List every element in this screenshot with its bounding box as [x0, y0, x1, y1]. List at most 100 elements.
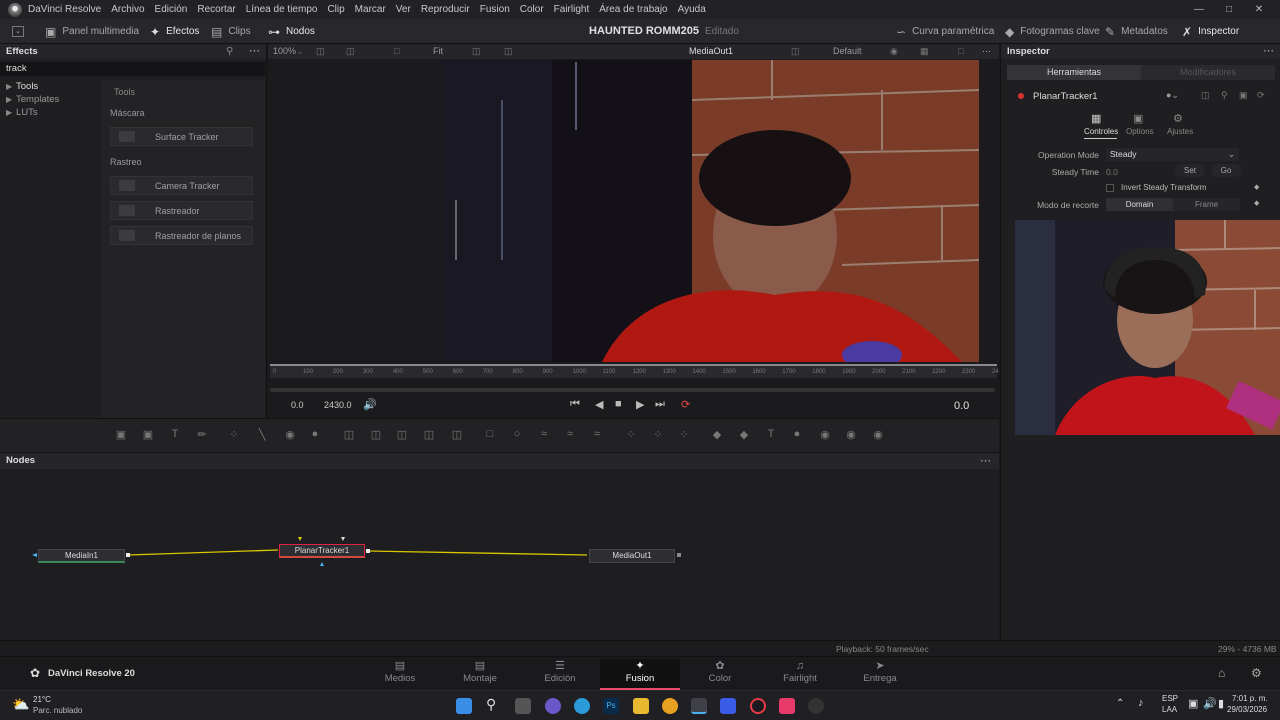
taskbar-search-icon[interactable]: ⚲ — [486, 696, 496, 713]
particles-tool-icon[interactable]: ⁘ — [227, 428, 241, 442]
frame-icon[interactable]: □ — [394, 46, 399, 56]
node-color-dot-icon[interactable] — [1018, 93, 1024, 99]
opera-icon[interactable] — [750, 698, 766, 714]
go-button[interactable]: Go — [1211, 164, 1241, 177]
renderer3d-icon[interactable]: ◉ — [818, 428, 832, 442]
menu-ver[interactable]: Ver — [396, 4, 411, 15]
discord-icon[interactable] — [545, 698, 561, 714]
pin-icon[interactable]: ⚲ — [1221, 90, 1228, 101]
subtab-options[interactable]: Options — [1126, 127, 1154, 136]
set-button[interactable]: Set — [1175, 164, 1205, 177]
channel-icon[interactable]: ◫ — [472, 46, 481, 57]
blur-tool-icon[interactable]: ● — [308, 428, 322, 442]
step-back-icon[interactable]: ◀ — [595, 398, 603, 411]
matte-tool-icon[interactable]: ◫ — [422, 428, 436, 442]
tool-planar-tracker[interactable]: Rastreador de planos — [110, 226, 253, 245]
workspace-dropdown[interactable]: ⌄ — [12, 19, 30, 44]
roi-icon[interactable]: ◫ — [346, 46, 355, 57]
volume-icon[interactable]: 🔊 — [363, 398, 377, 411]
menu-reproducir[interactable]: Reproducir — [421, 4, 470, 15]
tab-modificadores[interactable]: Modificadores — [1141, 65, 1275, 80]
inspector-more-icon[interactable]: ⋯ — [1263, 44, 1274, 57]
clips-button[interactable]: ▤ Clips — [211, 19, 251, 44]
invert-steady-checkbox[interactable] — [1106, 184, 1114, 192]
camera3d-icon[interactable]: ◆ — [737, 428, 751, 442]
menu-area-trabajo[interactable]: Área de trabajo — [599, 4, 667, 15]
text3d-icon[interactable]: T — [764, 428, 778, 442]
paint-mask-icon[interactable]: ≈ — [590, 428, 604, 442]
menu-linea-tiempo[interactable]: Línea de tiempo — [246, 4, 318, 15]
photoshop-icon[interactable]: Ps — [603, 698, 619, 714]
keyframe-diamond-icon[interactable]: ◆ — [1254, 199, 1259, 207]
settings-gear-icon[interactable]: ⚙ — [1251, 666, 1262, 680]
bspline-mask-icon[interactable]: ≈ — [563, 428, 577, 442]
color-picker-icon[interactable]: ◉ — [890, 46, 898, 57]
resize-tool-icon[interactable]: ◫ — [395, 428, 409, 442]
page-montaje[interactable]: ▤ Montaje — [440, 659, 520, 690]
steady-time-value[interactable]: 0.0 — [1106, 167, 1118, 177]
background-tool-icon[interactable]: ▣ — [114, 428, 128, 442]
tool-surface-tracker[interactable]: Surface Tracker — [110, 127, 253, 146]
gradient-tool-icon[interactable]: ╲ — [255, 428, 269, 442]
nodes-button[interactable]: ⊶ Nodos — [268, 19, 315, 44]
image-tool-icon[interactable]: ▣ — [141, 428, 155, 442]
node-mediain1[interactable]: MediaIn1 — [38, 549, 125, 563]
menu-fairlight[interactable]: Fairlight — [554, 4, 590, 15]
tool-camera-tracker[interactable]: Camera Tracker — [110, 176, 253, 195]
current-time[interactable]: 0.0 — [954, 400, 969, 412]
zoom-dropdown[interactable]: 100% — [273, 46, 296, 56]
subtab-controles[interactable]: Controles — [1084, 127, 1118, 136]
polygon-mask-icon[interactable]: ≈ — [537, 428, 551, 442]
version-menu-icon[interactable]: ●⌄ — [1166, 90, 1179, 101]
merge-tool-icon[interactable]: ◫ — [342, 428, 356, 442]
tab-herramientas[interactable]: Herramientas — [1007, 65, 1141, 80]
stop-icon[interactable]: ■ — [615, 398, 622, 410]
tiktok-icon[interactable] — [779, 698, 795, 714]
shape3d-icon[interactable]: ◆ — [710, 428, 724, 442]
lut-dropdown[interactable]: Default — [833, 46, 862, 56]
grid-icon[interactable]: ▦ — [920, 46, 929, 57]
channel-tool-icon[interactable]: ◫ — [369, 428, 383, 442]
scrub-bar[interactable] — [270, 388, 995, 392]
menu-recortar[interactable]: Recortar — [197, 4, 235, 15]
rectangle-mask-icon[interactable]: □ — [483, 428, 497, 442]
go-to-end-icon[interactable]: ⏭ — [655, 398, 665, 411]
image-plane3d-icon[interactable]: ◉ — [871, 428, 885, 442]
start-time[interactable]: 0.0 — [291, 400, 304, 410]
menu-clip[interactable]: Clip — [327, 4, 344, 15]
edge-icon[interactable] — [574, 698, 590, 714]
page-color[interactable]: ✿ Color — [680, 659, 760, 690]
keyframes-button[interactable]: ◆ Fotogramas clave — [1005, 19, 1100, 44]
language-top[interactable]: ESP — [1162, 694, 1178, 703]
keyframe-diamond-icon[interactable]: ◆ — [1254, 183, 1259, 191]
inspector-button[interactable]: ✗ Inspector — [1182, 19, 1239, 44]
particle-render-icon[interactable]: ⁘ — [651, 428, 665, 442]
effects-button[interactable]: ✦ Efectos — [150, 19, 199, 44]
crop-frame-option[interactable]: Frame — [1173, 198, 1240, 211]
language-bottom[interactable]: LAA — [1162, 705, 1177, 714]
menu-color[interactable]: Color — [520, 4, 544, 15]
battery-icon[interactable]: ▮ — [1218, 697, 1224, 710]
go-to-start-icon[interactable]: ⏮ — [570, 398, 580, 411]
menu-edicion[interactable]: Edición — [155, 4, 188, 15]
paint-tool-icon[interactable]: ✏ — [195, 428, 209, 442]
task-view-icon[interactable] — [515, 698, 531, 714]
merge3d-icon[interactable]: ● — [790, 428, 804, 442]
tree-item-tools[interactable]: ▶ Tools — [6, 81, 38, 92]
ellipse-mask-icon[interactable]: ○ — [510, 428, 524, 442]
guides-icon[interactable]: ◫ — [504, 46, 513, 57]
davinci-taskbar-icon[interactable] — [691, 698, 707, 714]
lock-icon[interactable]: ▣ — [1239, 90, 1248, 101]
particle-emitter-icon[interactable]: ⁘ — [624, 428, 638, 442]
transform-tool-icon[interactable]: ◫ — [450, 428, 464, 442]
volume-tray-icon[interactable]: 🔊 — [1203, 697, 1217, 710]
text-tool-icon[interactable]: T — [168, 428, 182, 442]
clock-date[interactable]: 29/03/2026 — [1227, 705, 1267, 714]
viewer-more-icon[interactable]: ⋯ — [982, 46, 991, 57]
compare-icon[interactable]: ◫ — [791, 46, 800, 57]
light3d-icon[interactable]: ◉ — [844, 428, 858, 442]
more-options-icon[interactable]: ⋯ — [249, 44, 260, 57]
crop-domain-option[interactable]: Domain — [1106, 198, 1173, 211]
page-medios[interactable]: ▤ Medios — [360, 659, 440, 690]
nodes-more-icon[interactable]: ⋯ — [980, 454, 991, 467]
